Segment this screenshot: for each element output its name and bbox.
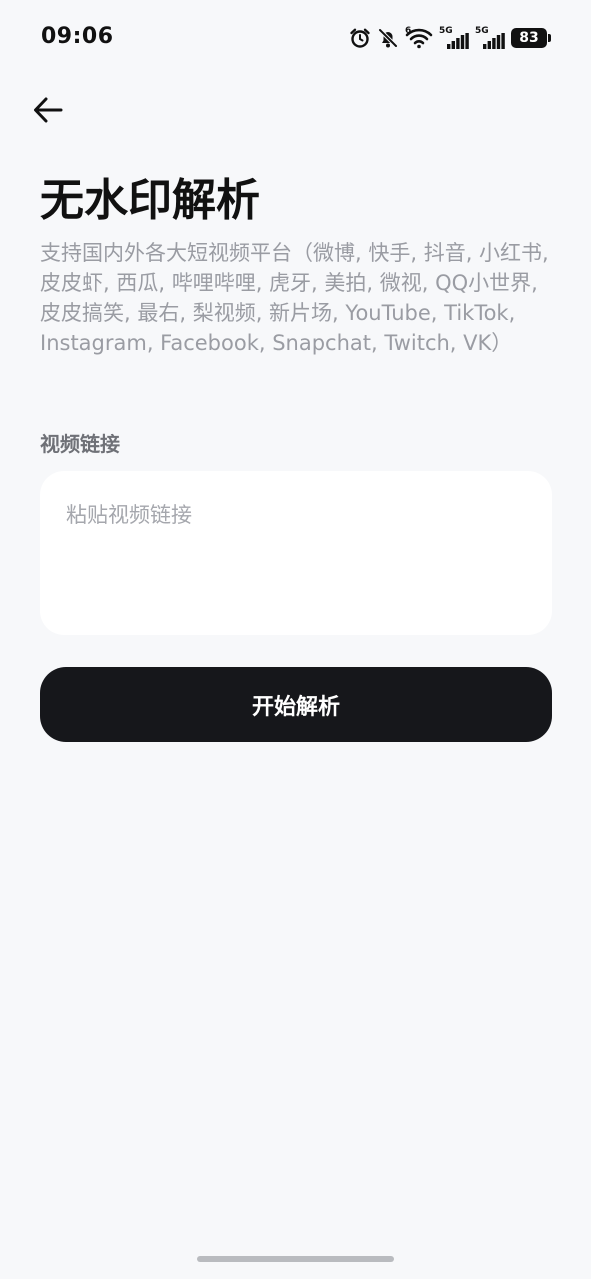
alarm-icon — [349, 27, 371, 49]
video-link-label: 视频链接 — [40, 432, 120, 456]
battery-icon: 83 — [511, 28, 551, 48]
wifi-icon: 6 — [405, 27, 433, 49]
battery-level: 83 — [511, 28, 547, 48]
page-description: 支持国内外各大短视频平台（微博, 快手, 抖音, 小红书, 皮皮虾, 西瓜, 哔… — [40, 241, 549, 355]
status-icons: 6 5G 5G 83 — [349, 25, 551, 51]
arrow-left-icon — [34, 97, 63, 123]
back-button[interactable] — [28, 90, 68, 130]
signal-icon: 5G — [439, 27, 469, 49]
status-bar: 09:06 6 5G 5G 83 — [0, 0, 591, 76]
start-parse-button[interactable]: 开始解析 — [40, 667, 552, 742]
signal-icon: 5G — [475, 27, 505, 49]
page-title: 无水印解析 — [40, 175, 260, 226]
home-indicator[interactable] — [197, 1256, 394, 1262]
bell-off-icon — [377, 27, 399, 49]
video-link-input[interactable] — [40, 471, 552, 635]
status-time: 09:06 — [41, 24, 114, 49]
